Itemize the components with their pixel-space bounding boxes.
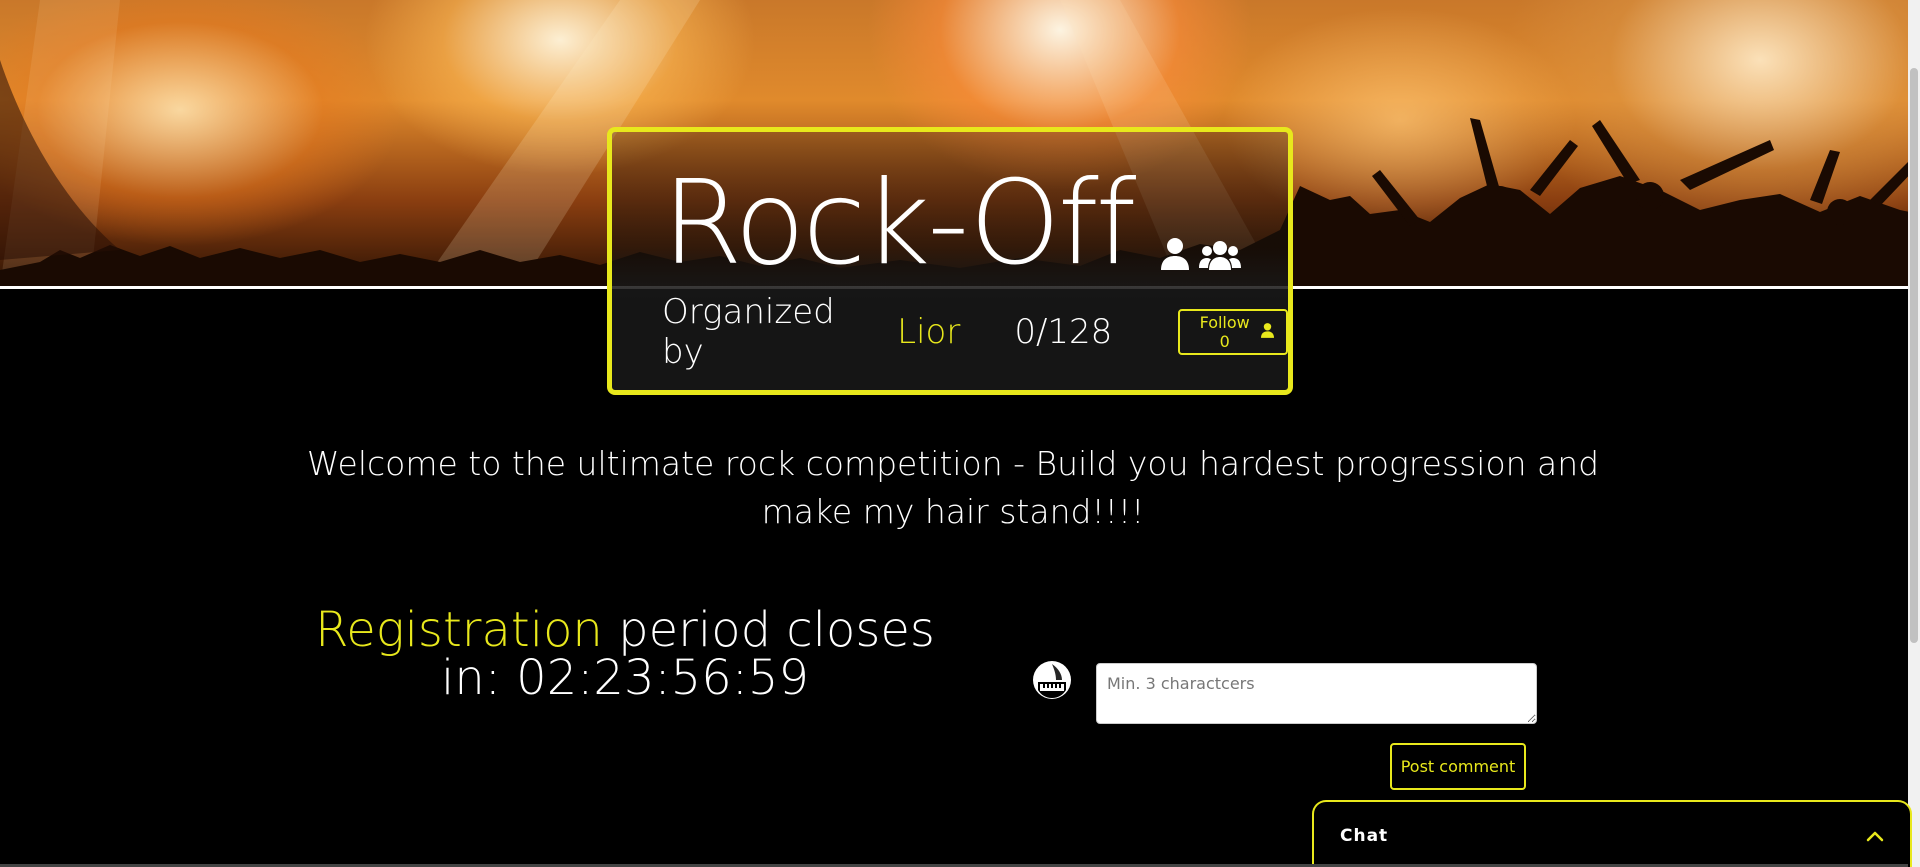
- follow-button-label: Follow 0: [1199, 313, 1250, 351]
- title-row: Rock-Off: [662, 152, 1242, 291]
- participant-type-icons: [1161, 238, 1242, 274]
- organizer-name-link[interactable]: Lior: [897, 312, 960, 352]
- piano-avatar-icon: [1032, 660, 1072, 700]
- participant-count: 0/128: [1014, 312, 1113, 352]
- event-title-card: Rock-Off Organized by Lior 0/128 Follow …: [607, 127, 1293, 395]
- event-title: Rock-Off: [662, 156, 1136, 291]
- user-icon: [1161, 238, 1190, 274]
- registration-countdown: Registration period closes in: 02:23:56:…: [300, 606, 950, 702]
- organizer-row: Organized by Lior 0/128 Follow 0: [662, 292, 1288, 372]
- chat-widget-header[interactable]: Chat: [1312, 800, 1912, 867]
- chat-label: Chat: [1340, 826, 1389, 846]
- users-icon: [1199, 240, 1242, 274]
- chevron-up-icon[interactable]: [1866, 827, 1884, 846]
- scrollbar-thumb[interactable]: [1910, 68, 1918, 643]
- follow-button[interactable]: Follow 0: [1178, 309, 1288, 355]
- organized-by-label: Organized by: [662, 292, 835, 372]
- comment-input[interactable]: [1096, 663, 1537, 724]
- user-icon: [1261, 322, 1274, 342]
- event-page: Rock-Off Organized by Lior 0/128 Follow …: [0, 0, 1920, 867]
- page-scrollbar[interactable]: [1908, 0, 1920, 867]
- post-comment-button[interactable]: Post comment: [1390, 743, 1526, 790]
- event-description: Welcome to the ultimate rock competition…: [306, 444, 1600, 531]
